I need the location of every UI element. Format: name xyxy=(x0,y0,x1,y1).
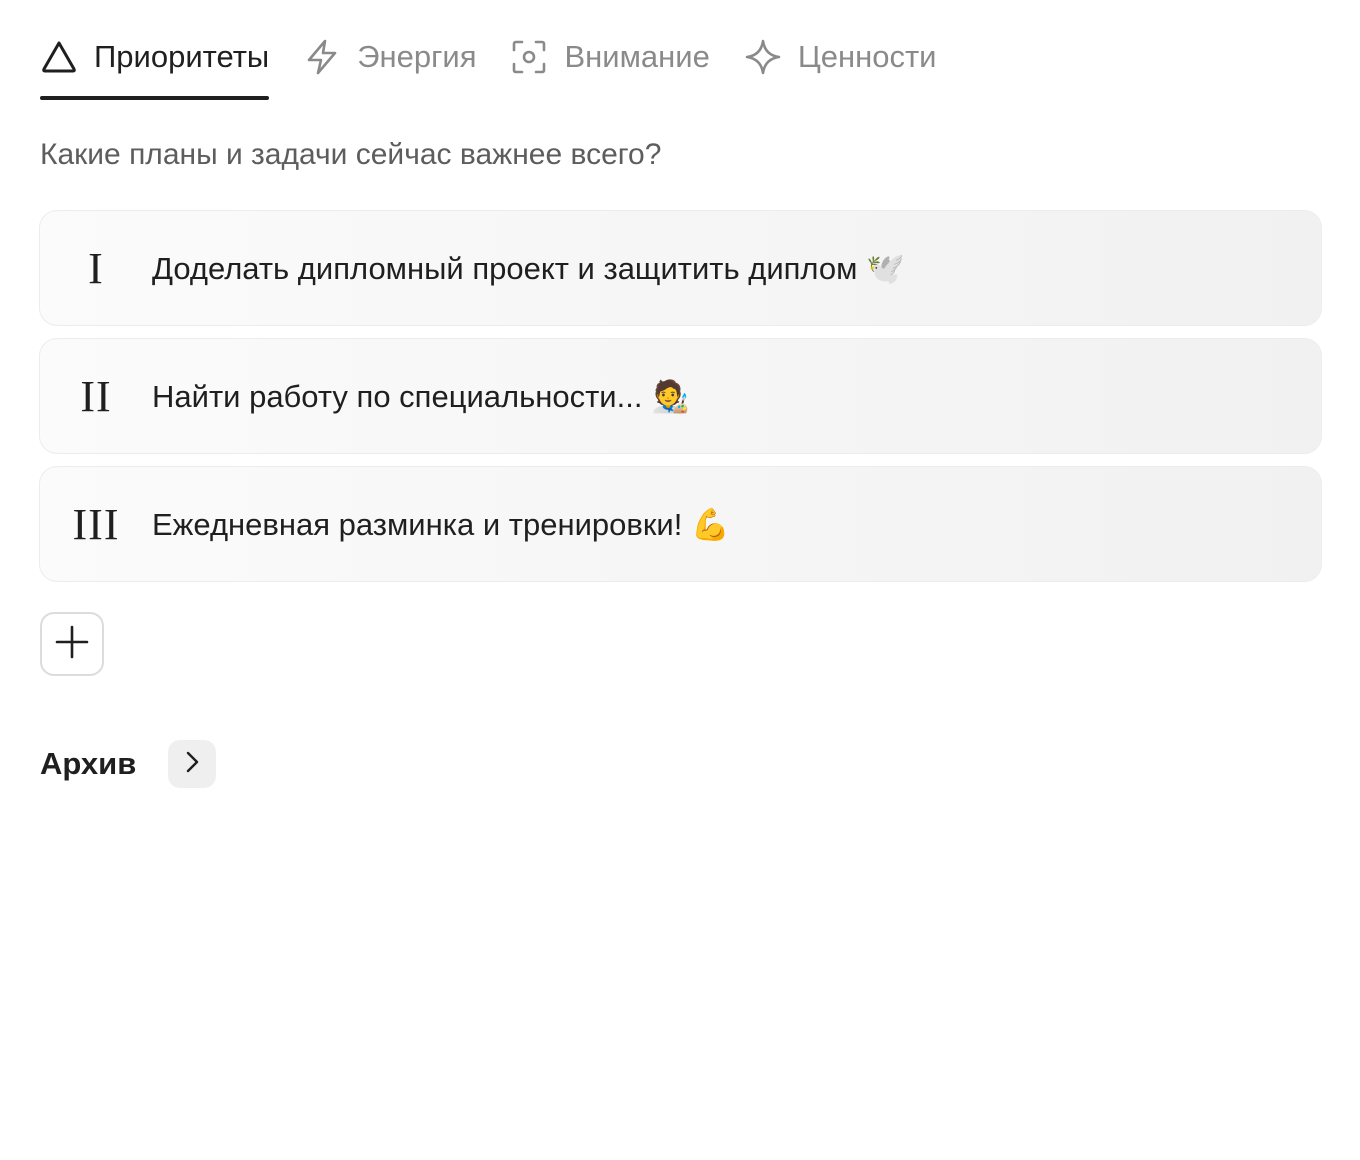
chevron-right-icon xyxy=(180,750,204,779)
priority-item[interactable]: I Доделать дипломный проект и защитить д… xyxy=(39,210,1322,326)
tab-energy[interactable]: Энергия xyxy=(303,30,476,84)
priority-text[interactable]: Найти работу по специальности... 🧑‍🎨 xyxy=(152,378,690,415)
focus-icon xyxy=(510,38,548,76)
priority-text[interactable]: Доделать дипломный проект и защитить дип… xyxy=(152,250,905,287)
plus-icon xyxy=(54,624,90,665)
priority-numeral: I xyxy=(88,243,104,293)
triangle-icon xyxy=(40,38,78,76)
tab-label: Внимание xyxy=(564,39,710,74)
priority-item[interactable]: II Найти работу по специальности... 🧑‍🎨 xyxy=(39,338,1322,454)
tab-attention[interactable]: Внимание xyxy=(510,30,710,84)
sparkle-icon xyxy=(744,38,782,76)
tab-bar: Приоритеты Энергия Внимание Ценности xyxy=(40,30,971,100)
priorities-page: Приоритеты Энергия Внимание Ценности Как… xyxy=(0,0,1360,1160)
priority-numeral: III xyxy=(72,499,120,549)
archive-section: Архив xyxy=(40,740,217,788)
tab-label: Энергия xyxy=(357,39,477,74)
tab-priorities[interactable]: Приоритеты xyxy=(40,30,270,100)
prompt-question: Какие планы и задачи сейчас важнее всего… xyxy=(40,138,662,171)
priority-numeral: II xyxy=(80,371,112,421)
priority-item[interactable]: III Ежедневная разминка и тренировки! 💪 xyxy=(39,466,1322,582)
lightning-icon xyxy=(303,38,341,76)
priority-list: I Доделать дипломный проект и защитить д… xyxy=(39,210,1322,594)
tab-values[interactable]: Ценности xyxy=(744,30,937,84)
add-priority-button[interactable] xyxy=(40,612,104,676)
tab-label: Ценности xyxy=(797,39,937,74)
archive-label: Архив xyxy=(40,746,137,781)
priority-text[interactable]: Ежедневная разминка и тренировки! 💪 xyxy=(152,506,730,543)
tab-label: Приоритеты xyxy=(94,39,270,74)
archive-expand-button[interactable] xyxy=(168,740,217,788)
